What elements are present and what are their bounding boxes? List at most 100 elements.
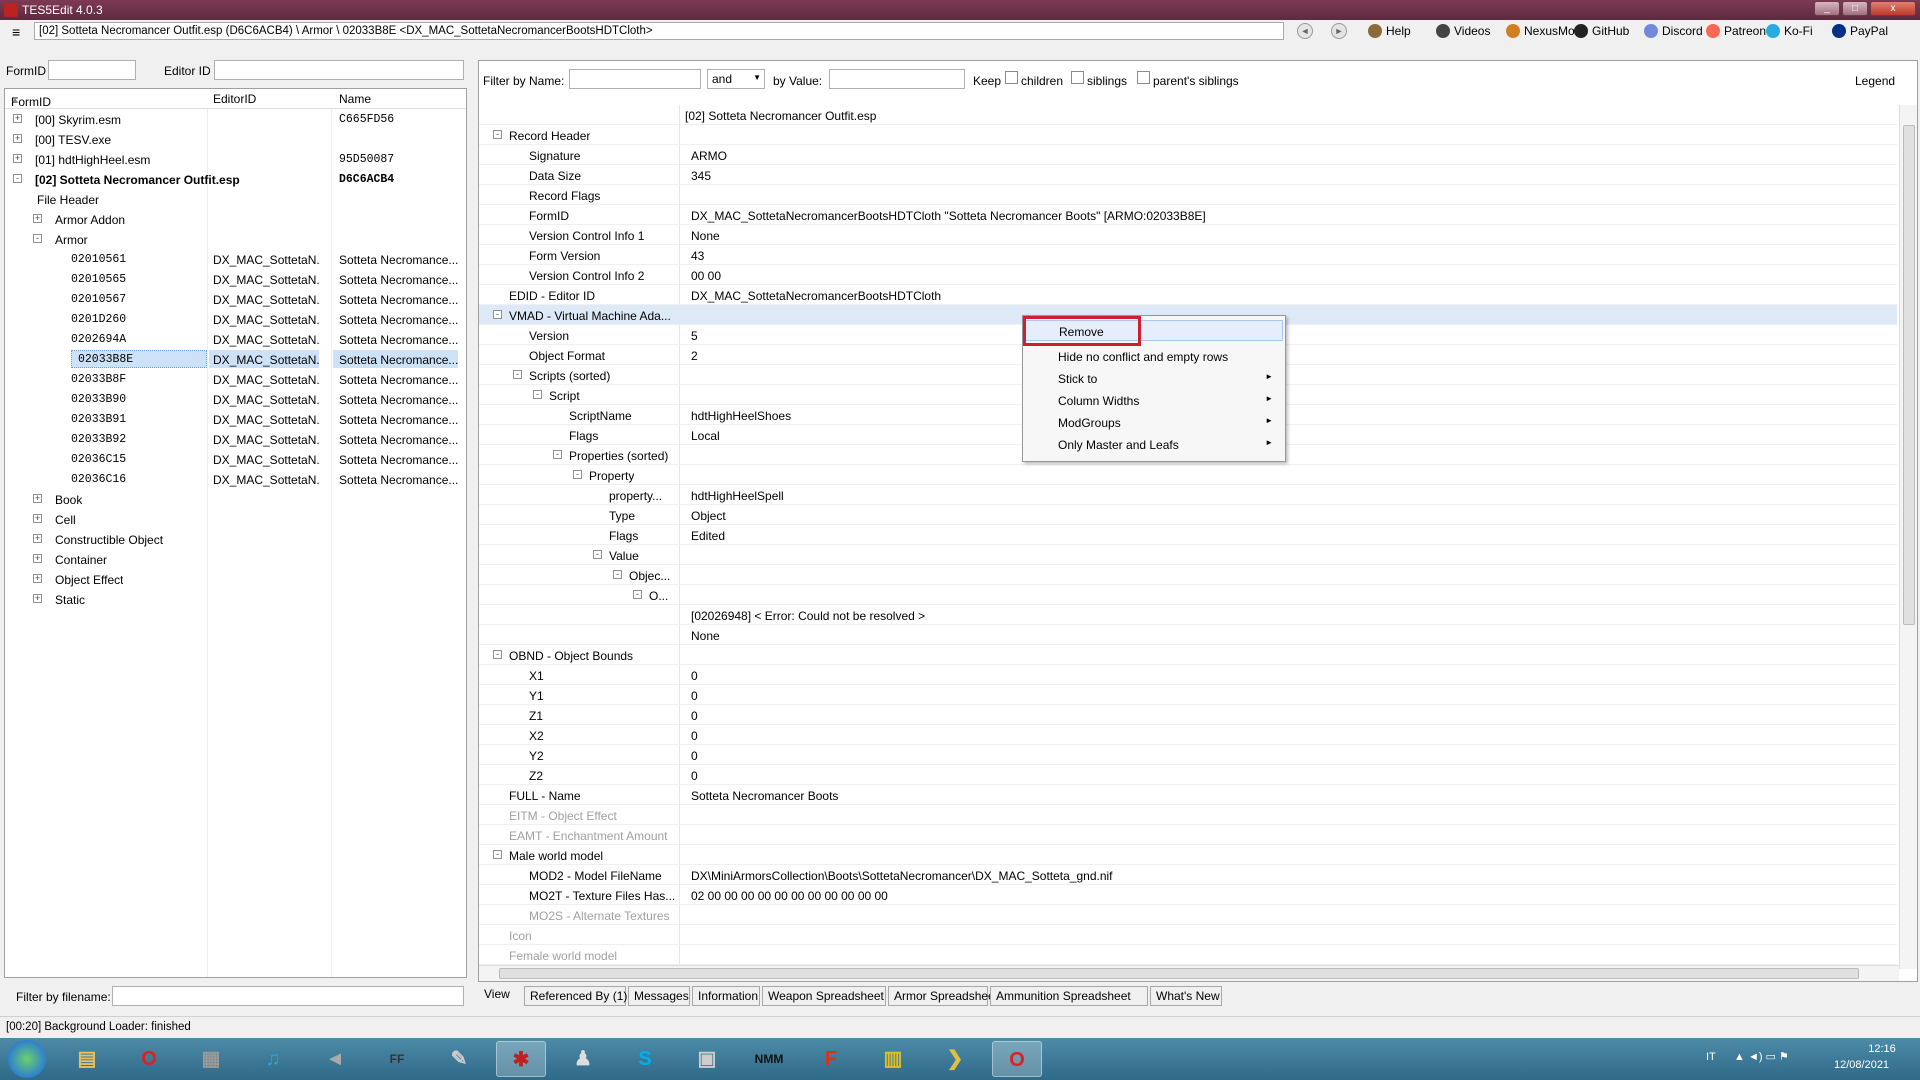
grid-row[interactable]: Z2 0 [479,765,1897,785]
collapse-icon[interactable]: - [493,310,502,319]
collapse-icon[interactable]: - [513,370,522,379]
nmm-icon[interactable]: NMM [744,1041,794,1077]
menu-item-hide-no-conflict-and-empty-rows[interactable]: Hide no conflict and empty rows [1025,346,1283,367]
explorer-icon[interactable]: ▤ [62,1041,112,1077]
siblings-checkbox[interactable] [1071,71,1084,84]
collapse-icon[interactable]: - [613,570,622,579]
language-indicator[interactable]: IT [1706,1051,1716,1063]
collapse-icon[interactable]: - [493,130,502,139]
filter-by-value-input[interactable] [829,69,965,89]
grid-row[interactable]: Icon [479,925,1897,945]
f-app-icon[interactable]: F [806,1041,856,1077]
tree-node[interactable]: + Cell [5,509,466,529]
grid-row[interactable]: Signature ARMO [479,145,1897,165]
grid-row[interactable]: FormID DX_MAC_SottetaNecromancerBootsHDTC… [479,205,1897,225]
grid-row[interactable]: Record Flags [479,185,1897,205]
window-icon[interactable]: ▣ [682,1041,732,1077]
opera2-icon[interactable]: O [992,1041,1042,1077]
expand-icon[interactable]: + [33,214,42,223]
tree-node[interactable]: 02033B8F DX_MAC_SottetaN... Sotteta Necrom… [5,369,466,389]
grid-row[interactable]: Data Size 345 [479,165,1897,185]
tab-ammunition-spreadsheet[interactable]: Ammunition Spreadsheet [990,986,1148,1006]
grid-row[interactable]: - Objec... [479,565,1897,585]
start-button[interactable] [2,1040,52,1078]
legend-button[interactable]: Legend [1855,74,1895,88]
menu-item-only-master-and-leafs[interactable]: Only Master and Leafs ► [1025,434,1283,455]
tree-node[interactable]: 02010567 DX_MAC_SottetaN... Sotteta Necrom… [5,289,466,309]
header-name[interactable]: Name [339,92,371,106]
grid-row[interactable]: Version Control Info 2 00 00 [479,265,1897,285]
tree-node[interactable]: + [00] TESV.exe [5,129,466,149]
tree-node[interactable]: - [02] Sotteta Necromancer Outfit.esp D6C6… [5,169,466,189]
grid-row[interactable]: X2 0 [479,725,1897,745]
grid-row[interactable]: MO2S - Alternate Textures [479,905,1897,925]
pen-icon[interactable]: ✎ [434,1041,484,1077]
tree-node[interactable]: 02036C16 DX_MAC_SottetaN... Sotteta Necrom… [5,469,466,489]
tree-node[interactable]: 02033B90 DX_MAC_SottetaN... Sotteta Necrom… [5,389,466,409]
expand-icon[interactable]: + [33,574,42,583]
minimize-button[interactable]: _ [1814,1,1840,16]
link-discord[interactable]: Discord [1644,24,1703,38]
grid-row[interactable]: property... hdtHighHeelSpell [479,485,1897,505]
tree-node[interactable]: 0202694A DX_MAC_SottetaN... Sotteta Necrom… [5,329,466,349]
collapse-icon[interactable]: - [493,650,502,659]
tab-messages[interactable]: Messages [628,986,690,1006]
expand-icon[interactable]: + [33,594,42,603]
expand-icon[interactable]: + [13,134,22,143]
forward-button[interactable]: ► [1331,23,1347,39]
record-path-field[interactable]: [02] Sotteta Necromancer Outfit.esp (D6C… [34,22,1284,40]
grid-row[interactable]: - OBND - Object Bounds [479,645,1897,665]
parents-siblings-checkbox[interactable] [1137,71,1150,84]
expand-icon[interactable]: + [33,554,42,563]
tree-node[interactable]: + Armor Addon [5,209,466,229]
tree-node[interactable]: + Constructible Object [5,529,466,549]
tab-what-s-new[interactable]: What's New [1150,986,1222,1006]
tree-node[interactable]: 02033B8E DX_MAC_SottetaN... Sotteta Necrom… [5,349,466,369]
grid-row[interactable]: - Male world model [479,845,1897,865]
tree-node[interactable]: 02033B92 DX_MAC_SottetaN... Sotteta Necrom… [5,429,466,449]
menu-item-column-widths[interactable]: Column Widths ► [1025,390,1283,411]
speaker-icon[interactable]: ◄ [310,1041,360,1077]
grid-row[interactable]: EAMT - Enchantment Amount [479,825,1897,845]
link-ko-fi[interactable]: Ko-Fi [1766,24,1813,38]
filter-by-name-input[interactable] [569,69,701,89]
tree-node[interactable]: 02010565 DX_MAC_SottetaN... Sotteta Necrom… [5,269,466,289]
tree-node[interactable]: 02010561 DX_MAC_SottetaN... Sotteta Necrom… [5,249,466,269]
maximize-button[interactable]: □ [1842,1,1868,16]
tab-weapon-spreadsheet[interactable]: Weapon Spreadsheet [762,986,886,1006]
grid-row[interactable]: EDID - Editor ID DX_MAC_SottetaNecromance… [479,285,1897,305]
link-videos[interactable]: Videos [1436,24,1490,38]
collapse-icon[interactable]: - [593,550,602,559]
collapse-icon[interactable]: - [533,390,542,399]
tree-node[interactable]: 0201D260 DX_MAC_SottetaN... Sotteta Necrom… [5,309,466,329]
tree-node[interactable]: 02033B91 DX_MAC_SottetaN... Sotteta Necrom… [5,409,466,429]
tab-information[interactable]: Information [692,986,760,1006]
terminal-icon[interactable]: ❯ [930,1041,980,1077]
expand-icon[interactable]: + [33,534,42,543]
tree-node[interactable]: + [00] Skyrim.esm C665FD56 [5,109,466,129]
expand-icon[interactable]: + [13,114,22,123]
tree-node[interactable]: 02036C15 DX_MAC_SottetaN... Sotteta Necrom… [5,449,466,469]
grid-row[interactable]: Flags Edited [479,525,1897,545]
users-icon[interactable]: ♟ [558,1041,608,1077]
filter-operator-select[interactable]: and ▼ [707,69,765,89]
vertical-scrollbar[interactable] [1899,105,1917,969]
clock-time[interactable]: 12:16 [1852,1043,1912,1055]
grid-row[interactable]: [02026948] < Error: Could not be resolve… [479,605,1897,625]
tes5edit-icon[interactable]: ✱ [496,1041,546,1077]
tab-armor-spreadsheet[interactable]: Armor Spreadsheet [888,986,998,1006]
grid-row[interactable]: Female world model [479,945,1897,965]
tree-node[interactable]: + [01] hdtHighHeel.esm 95D50087 [5,149,466,169]
tray-icons[interactable]: ▲ ◄) ▭ ⚑ [1734,1050,1789,1063]
header-editorid[interactable]: EditorID [213,92,256,106]
expand-icon[interactable]: + [33,494,42,503]
tree-node[interactable]: + Object Effect [5,569,466,589]
editorid-filter-input[interactable] [214,60,464,80]
tree-node[interactable]: + Container [5,549,466,569]
grid-row[interactable]: X1 0 [479,665,1897,685]
tab-view[interactable]: View [478,984,522,1006]
grid-row[interactable]: MO2T - Texture Files Has... 02 00 00 00 0… [479,885,1897,905]
link-github[interactable]: GitHub [1574,24,1629,38]
collapse-icon[interactable]: - [553,450,562,459]
grid-row[interactable]: - Record Header [479,125,1897,145]
